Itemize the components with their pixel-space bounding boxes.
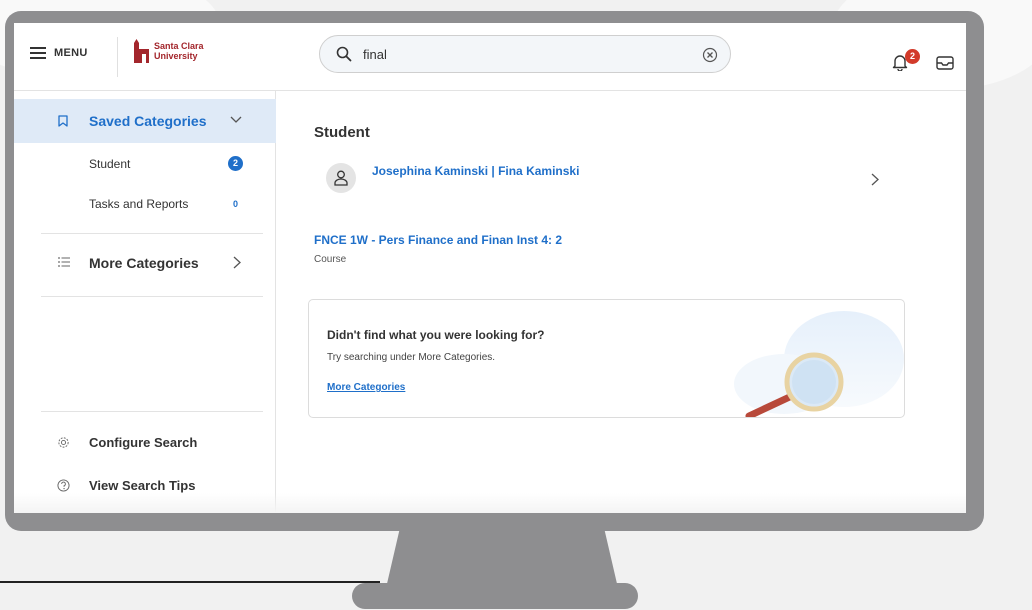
- course-type-label: Course: [314, 254, 347, 265]
- search-bar[interactable]: final: [319, 35, 731, 73]
- search-results: Student Josephina Kaminski | Fina Kamins…: [276, 91, 966, 513]
- gear-icon: [58, 437, 69, 448]
- configure-search-label: Configure Search: [89, 435, 198, 450]
- menu-button[interactable]: MENU: [30, 47, 88, 59]
- no-results-hint-card: Didn't find what you were looking for? T…: [308, 299, 905, 418]
- notification-count-badge: 2: [905, 49, 920, 64]
- divider: [41, 233, 263, 234]
- clear-search-icon[interactable]: [702, 47, 718, 63]
- section-title: Student: [314, 124, 370, 141]
- chevron-right-icon[interactable]: [871, 173, 879, 186]
- magnifier-illustration: [734, 311, 904, 417]
- more-categories-label: More Categories: [89, 255, 199, 271]
- more-categories-button[interactable]: More Categories: [14, 243, 276, 283]
- hint-title: Didn't find what you were looking for?: [327, 328, 545, 342]
- screen: MENU Santa Clara University final 2 Save…: [14, 23, 966, 513]
- divider: [117, 37, 118, 77]
- tasks-count: 0: [233, 199, 239, 209]
- configure-search-button[interactable]: Configure Search: [14, 429, 276, 459]
- saved-categories-toggle[interactable]: Saved Categories: [14, 99, 276, 143]
- divider: [41, 296, 263, 297]
- university-logo[interactable]: Santa Clara University: [132, 39, 204, 63]
- monitor-stand-base: [352, 583, 638, 609]
- chevron-down-icon: [230, 116, 242, 123]
- student-count-badge: 2: [228, 156, 243, 171]
- person-result-row[interactable]: Josephina Kaminski | Fina Kaminski: [326, 163, 886, 195]
- top-bar: MENU Santa Clara University final 2: [14, 23, 966, 91]
- search-categories-sidebar: Saved Categories Student 2 Tasks and Rep…: [14, 91, 276, 513]
- monitor-stand-neck: [386, 528, 618, 588]
- help-icon: [57, 479, 70, 492]
- monitor-frame: MENU Santa Clara University final 2 Save…: [5, 11, 984, 531]
- bookmark-icon: [58, 115, 68, 127]
- search-input[interactable]: final: [363, 47, 387, 62]
- list-icon: [58, 257, 70, 267]
- sidebar-item-student[interactable]: Student: [89, 157, 130, 171]
- hamburger-icon: [30, 47, 46, 59]
- inbox-icon[interactable]: [936, 56, 954, 70]
- view-search-tips-label: View Search Tips: [89, 478, 196, 493]
- sidebar-item-tasks-and-reports[interactable]: Tasks and Reports: [89, 197, 188, 211]
- person-name-link[interactable]: Josephina Kaminski | Fina Kaminski: [372, 164, 579, 178]
- logo-line-1: Santa Clara: [154, 41, 204, 51]
- floor-line: [0, 581, 380, 583]
- avatar: [326, 163, 356, 193]
- person-icon: [334, 170, 348, 186]
- menu-label: MENU: [54, 47, 88, 59]
- search-icon: [336, 46, 352, 62]
- chevron-right-icon: [233, 256, 241, 269]
- hint-text: Try searching under More Categories.: [327, 352, 496, 363]
- logo-line-2: University: [154, 51, 198, 61]
- saved-categories-label: Saved Categories: [89, 113, 207, 129]
- screen-bottom-fade: [14, 493, 966, 513]
- course-result-link[interactable]: FNCE 1W - Pers Finance and Finan Inst 4:…: [314, 233, 562, 247]
- divider: [41, 411, 263, 412]
- mission-logo-icon: [134, 39, 149, 63]
- more-categories-link[interactable]: More Categories: [327, 382, 405, 393]
